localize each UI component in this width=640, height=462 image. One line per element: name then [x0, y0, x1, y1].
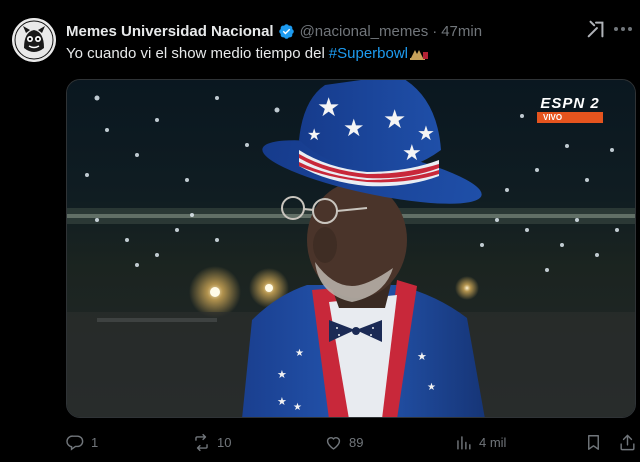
more-options-button[interactable] [612, 18, 634, 40]
avatar[interactable] [12, 18, 56, 62]
svg-text:★: ★ [293, 402, 302, 413]
tweet-header: Memes Universidad Nacional @nacional_mem… [66, 20, 482, 42]
more-dots-icon [614, 27, 632, 31]
verified-badge-icon[interactable] [278, 23, 295, 40]
tweet-media-image[interactable]: ★ ★ ★ ★ ★ ★ ★ ★ ★ ★ ★ ★ ESPN 2 VIVO [66, 79, 636, 418]
timestamp[interactable]: 47min [441, 23, 482, 40]
halftime-show-photo: ★ ★ ★ ★ ★ ★ ★ ★ ★ ★ ★ ★ [67, 80, 635, 417]
like-button[interactable]: 89 [324, 428, 363, 456]
avatar-logo-icon [12, 18, 56, 62]
repost-icon [195, 433, 208, 451]
tweet-body: Yo cuando vi el show medio tiempo del [66, 45, 325, 62]
share-button[interactable] [618, 428, 640, 456]
svg-text:★: ★ [417, 350, 427, 363]
svg-text:★: ★ [317, 93, 340, 123]
views-chart-icon [457, 435, 471, 450]
author-handle[interactable]: @nacional_memes [300, 23, 429, 40]
reply-count: 1 [91, 434, 99, 450]
bookmark-button[interactable] [584, 428, 609, 456]
heart-icon [326, 436, 341, 450]
repost-button[interactable]: 10 [192, 428, 231, 456]
svg-text:★: ★ [277, 395, 287, 408]
broadcast-live-badge: VIVO [537, 112, 603, 123]
svg-text:★: ★ [427, 382, 436, 393]
svg-text:★: ★ [295, 348, 304, 359]
repost-count: 10 [217, 434, 232, 450]
like-count: 89 [349, 434, 364, 450]
bookmark-icon [588, 434, 599, 450]
tweet-text: Yo cuando vi el show medio tiempo del #S… [66, 45, 429, 62]
view-count: 4 mil [479, 434, 507, 450]
tweet: Memes Universidad Nacional @nacional_mem… [0, 0, 640, 462]
svg-text:★: ★ [383, 105, 406, 135]
svg-text:★: ★ [417, 121, 435, 145]
svg-text:★: ★ [343, 114, 365, 142]
svg-text:★: ★ [277, 368, 287, 381]
views-button[interactable]: 4 mil [454, 428, 506, 456]
broadcast-logo-text: ESPN 2 [540, 95, 600, 112]
svg-text:★: ★ [307, 125, 321, 144]
reply-button[interactable]: 1 [66, 428, 98, 456]
author-name[interactable]: Memes Universidad Nacional [66, 23, 274, 40]
grok-icon[interactable] [585, 18, 607, 40]
broadcast-logo: ESPN 2 VIVO [537, 96, 603, 123]
superbowl-hashflag-icon [410, 49, 428, 60]
hashtag-link[interactable]: #Superbowl [329, 45, 408, 62]
tweet-actions: 1 10 89 4 mil [66, 428, 635, 456]
separator-dot: · [432, 22, 438, 40]
reply-icon [66, 434, 84, 451]
share-icon [620, 434, 635, 450]
